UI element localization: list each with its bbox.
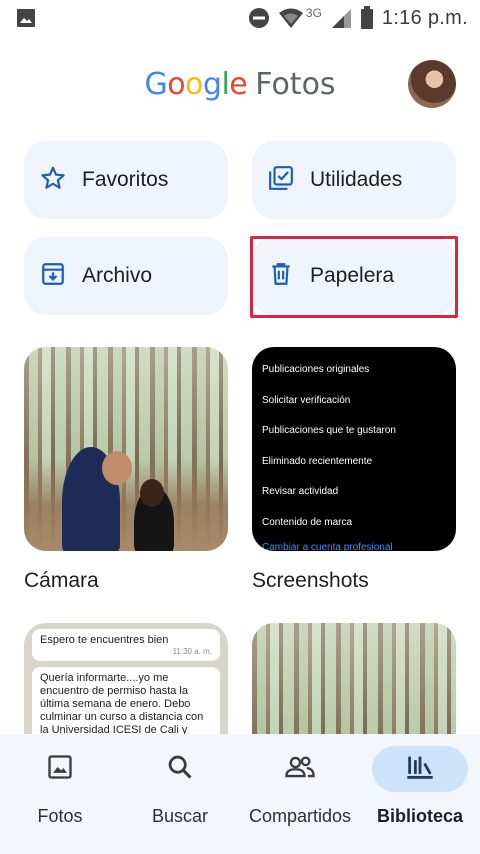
screenshot-menu-item: Contenido de marca bbox=[262, 516, 353, 528]
battery-icon bbox=[360, 6, 374, 30]
network-type-label: 3G bbox=[305, 6, 322, 20]
utilities-checkbox-icon bbox=[268, 165, 294, 196]
papelera-highlight-box bbox=[250, 236, 458, 318]
favoritos-tile[interactable]: Favoritos bbox=[24, 141, 228, 219]
camara-thumbnail bbox=[24, 347, 228, 551]
screenshots-label: Screenshots bbox=[252, 569, 369, 592]
screenshot-menu-item: Solicitar verificación bbox=[262, 394, 351, 406]
google-wordmark: Google bbox=[144, 66, 248, 102]
do-not-disturb-icon bbox=[248, 7, 270, 29]
chat-bubble-time: 11:30 a. m. bbox=[172, 646, 212, 656]
photo-icon bbox=[46, 753, 74, 786]
clock: 1:16 p.m. bbox=[381, 6, 468, 29]
nav-compartidos-label: Compartidos bbox=[248, 806, 352, 826]
nav-biblioteca-pill bbox=[372, 746, 468, 792]
utilidades-tile[interactable]: Utilidades bbox=[252, 141, 456, 219]
star-icon bbox=[40, 165, 66, 196]
bottom-navigation: Fotos Buscar Compartidos Biblioteca bbox=[0, 734, 480, 854]
screenshots-thumbnail: Publicaciones originales Solicitar verif… bbox=[252, 347, 456, 551]
nav-buscar-label: Buscar bbox=[151, 806, 209, 826]
nav-buscar[interactable]: Buscar bbox=[120, 734, 240, 854]
screenshot-menu-item: Revisar actividad bbox=[262, 486, 339, 498]
archivo-tile[interactable]: Archivo bbox=[24, 237, 228, 315]
nav-compartidos[interactable]: Compartidos bbox=[240, 734, 360, 854]
account-avatar[interactable] bbox=[408, 60, 456, 108]
chat-bubble: Espero te encuentres bien 11:30 a. m. bbox=[32, 629, 220, 662]
nav-fotos[interactable]: Fotos bbox=[0, 734, 120, 854]
screenshot-menu-item: Eliminado recientemente bbox=[262, 455, 373, 467]
nav-buscar-pill bbox=[132, 746, 228, 792]
people-icon bbox=[283, 753, 317, 786]
favoritos-label: Favoritos bbox=[82, 168, 169, 191]
screenshot-menu-item: Publicaciones originales bbox=[262, 364, 370, 376]
nav-biblioteca[interactable]: Biblioteca bbox=[360, 734, 480, 854]
album-camara[interactable]: Cámara bbox=[24, 347, 228, 593]
nav-biblioteca-label: Biblioteca bbox=[376, 806, 464, 826]
app-header: Google Fotos bbox=[0, 56, 480, 112]
nav-compartidos-pill bbox=[252, 746, 348, 792]
app-logo: Google Fotos bbox=[144, 67, 335, 102]
camara-label: Cámara bbox=[24, 569, 99, 592]
library-icon bbox=[405, 753, 435, 786]
screenshot-link-text: Cambiar a cuenta profesional bbox=[262, 542, 393, 551]
gallery-notification-icon bbox=[16, 8, 36, 28]
wifi-icon bbox=[278, 7, 304, 29]
archivo-label: Archivo bbox=[82, 264, 153, 287]
utilidades-label: Utilidades bbox=[310, 168, 403, 191]
status-bar: 3G 1:16 p.m. bbox=[0, 0, 480, 36]
nav-fotos-pill bbox=[12, 746, 108, 792]
nav-fotos-label: Fotos bbox=[37, 806, 83, 826]
album-screenshots[interactable]: Publicaciones originales Solicitar verif… bbox=[252, 347, 456, 593]
app-title: Fotos bbox=[255, 66, 336, 102]
chat-bubble-text: Espero te encuentres bien bbox=[40, 634, 169, 646]
search-icon bbox=[166, 753, 194, 786]
signal-icon bbox=[330, 7, 352, 29]
archive-icon bbox=[40, 261, 66, 292]
screenshot-menu-item: Publicaciones que te gustaron bbox=[262, 425, 396, 437]
